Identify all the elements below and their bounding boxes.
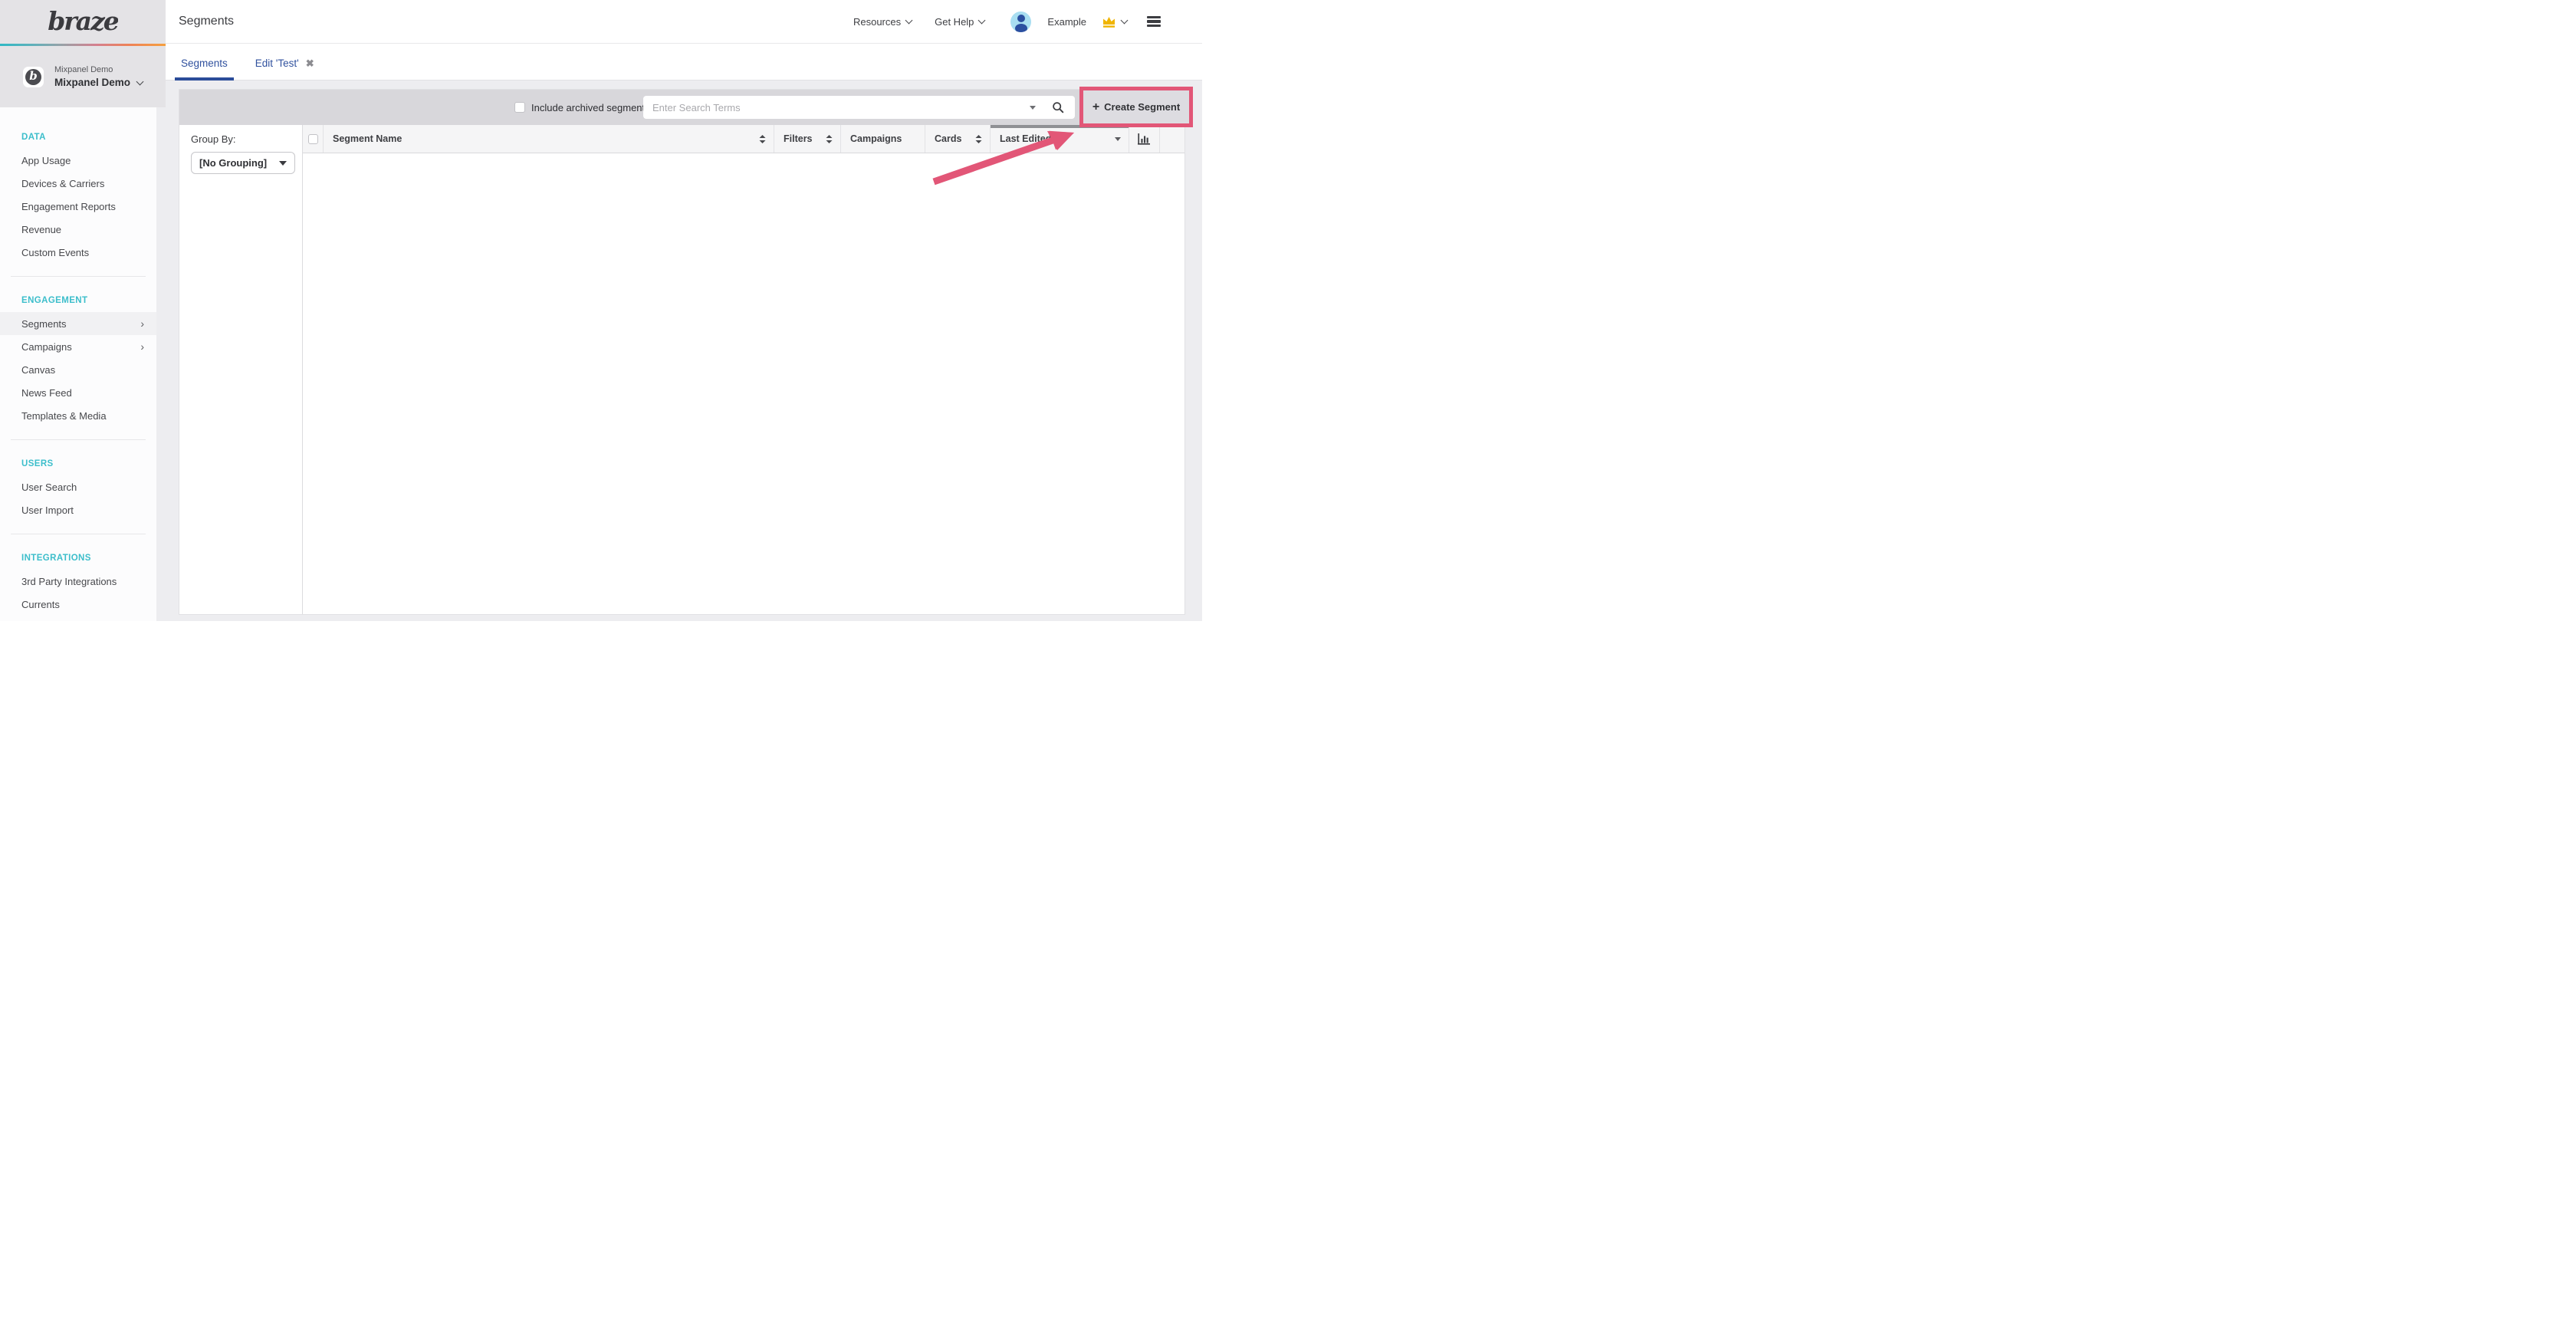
column-header-cards[interactable]: Cards bbox=[925, 125, 991, 153]
search-icon[interactable] bbox=[1052, 101, 1064, 113]
workspace-texts: Mixpanel Demo Mixpanel Demo bbox=[54, 65, 143, 88]
sort-icon[interactable] bbox=[826, 135, 833, 143]
logo-area: braze bbox=[0, 0, 166, 44]
bar-chart-icon bbox=[1138, 133, 1151, 145]
caret-down-icon[interactable] bbox=[1115, 137, 1121, 141]
sidebar-item-3rd-party-integrations[interactable]: 3rd Party Integrations bbox=[0, 570, 156, 593]
sidebar-item-news-feed[interactable]: News Feed bbox=[0, 381, 156, 404]
group-by-label: Group By: bbox=[191, 133, 302, 145]
tab-edit-test[interactable]: Edit 'Test' ✖ bbox=[255, 58, 314, 80]
work-area: Include archived segments bbox=[166, 81, 1202, 621]
sidebar-section-users: USERS bbox=[0, 452, 156, 475]
chevron-down-icon bbox=[136, 77, 144, 85]
user-menu[interactable]: Example bbox=[1010, 12, 1127, 32]
workspace-label: Mixpanel Demo bbox=[54, 65, 143, 74]
caret-down-icon bbox=[279, 161, 287, 166]
search-dropdown-caret-icon[interactable] bbox=[1030, 106, 1036, 110]
chevron-down-icon bbox=[1121, 17, 1129, 25]
segments-panel: Include archived segments bbox=[179, 89, 1185, 615]
sidebar-item-custom-events[interactable]: Custom Events bbox=[0, 241, 156, 264]
column-header-last-edited[interactable]: Last Edited bbox=[991, 125, 1129, 153]
sidebar-divider bbox=[11, 276, 146, 277]
include-archived-label: Include archived segments bbox=[531, 102, 650, 113]
sidebar-item-user-search[interactable]: User Search bbox=[0, 475, 156, 498]
tab-bar: Segments Edit 'Test' ✖ bbox=[166, 44, 1202, 81]
column-header-empty bbox=[1160, 125, 1184, 153]
sidebar-item-canvas[interactable]: Canvas bbox=[0, 358, 156, 381]
column-header-analytics[interactable] bbox=[1129, 125, 1160, 153]
group-by-select[interactable]: [No Grouping] bbox=[191, 152, 295, 174]
get-help-menu[interactable]: Get Help bbox=[935, 16, 984, 28]
crown-icon bbox=[1102, 15, 1116, 28]
column-header-segment-name[interactable]: Segment Name bbox=[324, 125, 774, 153]
sidebar: braze b Mixpanel Demo Mixpanel Demo DATA… bbox=[0, 0, 166, 621]
plus-icon: + bbox=[1092, 101, 1099, 113]
sidebar-item-devices-carriers[interactable]: Devices & Carriers bbox=[0, 172, 156, 195]
create-segment-highlight-box: + Create Segment bbox=[1079, 87, 1193, 127]
segments-table: Segment Name Filters bbox=[303, 125, 1184, 614]
select-all-checkbox[interactable] bbox=[308, 134, 318, 144]
sidebar-item-app-usage[interactable]: App Usage bbox=[0, 149, 156, 172]
sidebar-item-currents[interactable]: Currents bbox=[0, 593, 156, 616]
archived-checkbox-group: Include archived segments bbox=[514, 90, 650, 125]
braze-app: braze b Mixpanel Demo Mixpanel Demo DATA… bbox=[0, 0, 1202, 621]
main-area: Segments Resources Get Help Example bbox=[166, 0, 1202, 621]
chevron-right-icon: › bbox=[140, 318, 144, 329]
resources-menu[interactable]: Resources bbox=[853, 16, 912, 28]
braze-logo: braze bbox=[48, 5, 118, 39]
sidebar-section-integrations: INTEGRATIONS bbox=[0, 547, 156, 570]
search-field[interactable] bbox=[643, 96, 1075, 119]
sidebar-section-engagement: ENGAGEMENT bbox=[0, 289, 156, 312]
workspace-avatar: b bbox=[23, 67, 44, 87]
tab-segments[interactable]: Segments bbox=[181, 58, 228, 80]
hamburger-menu-icon[interactable] bbox=[1147, 16, 1161, 28]
sidebar-item-campaigns[interactable]: Campaigns › bbox=[0, 335, 156, 358]
segments-toolbar: Include archived segments bbox=[179, 90, 1184, 125]
sidebar-item-user-import[interactable]: User Import bbox=[0, 498, 156, 521]
chevron-down-icon bbox=[905, 17, 913, 25]
chevron-right-icon: › bbox=[140, 341, 144, 352]
group-by-panel: Group By: [No Grouping] bbox=[179, 125, 303, 614]
top-bar: Segments Resources Get Help Example bbox=[166, 0, 1202, 44]
sidebar-divider bbox=[11, 439, 146, 440]
braze-logo-text: braze bbox=[48, 6, 118, 36]
sidebar-section-data: DATA bbox=[0, 126, 156, 149]
sidebar-item-templates-media[interactable]: Templates & Media bbox=[0, 404, 156, 427]
user-avatar bbox=[1010, 12, 1031, 32]
create-segment-button[interactable]: + Create Segment bbox=[1092, 101, 1180, 113]
include-archived-checkbox[interactable] bbox=[514, 102, 525, 113]
close-icon[interactable]: ✖ bbox=[306, 58, 314, 68]
sidebar-nav: DATA App Usage Devices & Carriers Engage… bbox=[0, 107, 156, 621]
page-title: Segments bbox=[179, 15, 234, 28]
table-header-row: Segment Name Filters bbox=[303, 125, 1184, 153]
column-header-campaigns[interactable]: Campaigns bbox=[841, 125, 925, 153]
braze-b-icon: b bbox=[25, 69, 41, 85]
sort-icon[interactable] bbox=[759, 135, 766, 143]
panel-body: Group By: [No Grouping] Segment bbox=[179, 125, 1184, 614]
workspace-name: Mixpanel Demo bbox=[54, 77, 130, 88]
select-all-cell bbox=[303, 125, 324, 153]
table-body-empty bbox=[303, 153, 1184, 614]
column-header-filters[interactable]: Filters bbox=[774, 125, 841, 153]
workspace-selector[interactable]: b Mixpanel Demo Mixpanel Demo bbox=[0, 46, 166, 107]
chevron-down-icon bbox=[978, 17, 986, 25]
sidebar-item-segments[interactable]: Segments › bbox=[0, 312, 156, 335]
sidebar-item-revenue[interactable]: Revenue bbox=[0, 218, 156, 241]
sidebar-item-engagement-reports[interactable]: Engagement Reports bbox=[0, 195, 156, 218]
sort-icon[interactable] bbox=[975, 135, 982, 143]
search-input[interactable] bbox=[652, 102, 1030, 113]
user-name: Example bbox=[1047, 16, 1086, 28]
